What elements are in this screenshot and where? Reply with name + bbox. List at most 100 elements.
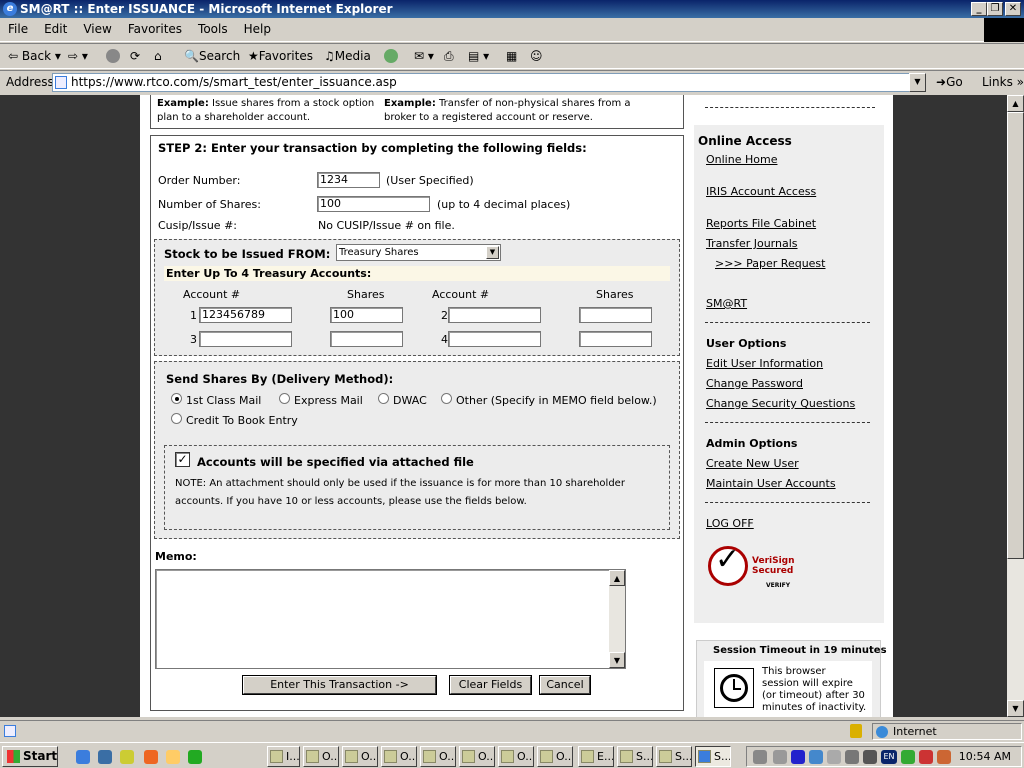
- account-input-3[interactable]: [199, 331, 292, 347]
- language-indicator[interactable]: EN: [881, 750, 897, 764]
- memo-scrollbar[interactable]: ▲ ▼: [609, 570, 625, 668]
- task-button[interactable]: I...: [267, 746, 300, 767]
- link-create-new-user[interactable]: Create New User: [706, 457, 799, 470]
- radio-other[interactable]: [441, 393, 452, 404]
- scroll-thumb[interactable]: [1007, 112, 1024, 559]
- link-reports-file-cabinet[interactable]: Reports File Cabinet: [706, 217, 816, 230]
- shares-input-1[interactable]: 100: [330, 307, 403, 323]
- shares-input-3[interactable]: [330, 331, 403, 347]
- favorites-button[interactable]: ★Favorites: [248, 48, 313, 64]
- task-button[interactable]: O...: [342, 746, 378, 767]
- link-log-off[interactable]: LOG OFF: [706, 517, 754, 530]
- menu-help[interactable]: Help: [236, 18, 279, 40]
- link-online-home[interactable]: Online Home: [706, 153, 777, 166]
- home-button[interactable]: ⌂: [154, 48, 162, 64]
- history-button[interactable]: [384, 48, 400, 64]
- minimize-button[interactable]: _: [971, 2, 987, 16]
- link-maintain-user-accounts[interactable]: Maintain User Accounts: [706, 477, 836, 490]
- address-dropdown-button[interactable]: ▼: [909, 73, 926, 92]
- menu-file[interactable]: File: [0, 18, 36, 40]
- menu-view[interactable]: View: [75, 18, 119, 40]
- mail-button[interactable]: ✉ ▾: [414, 48, 434, 64]
- restore-button[interactable]: ❐: [987, 2, 1003, 16]
- account-input-1[interactable]: 123456789: [199, 307, 292, 323]
- tray-media-icon[interactable]: [791, 750, 805, 764]
- issued-from-select[interactable]: Treasury Shares ▼: [336, 244, 501, 261]
- link-change-security-questions[interactable]: Change Security Questions: [706, 397, 855, 410]
- memo-scroll-up-icon[interactable]: ▲: [609, 570, 625, 586]
- search-button[interactable]: 🔍Search: [184, 48, 240, 64]
- radio-dwac[interactable]: [378, 393, 389, 404]
- tray-icon[interactable]: [773, 750, 787, 764]
- tray-icon[interactable]: [845, 750, 859, 764]
- go-button[interactable]: ➜Go: [936, 75, 963, 89]
- clock[interactable]: 10:54 AM: [959, 750, 1011, 763]
- stop-button[interactable]: [106, 48, 122, 64]
- back-button[interactable]: ⇦ Back ▾: [8, 48, 61, 64]
- memo-textarea[interactable]: ▲ ▼: [155, 569, 626, 669]
- page-scrollbar[interactable]: ▲ ▼: [1007, 95, 1024, 717]
- print-button[interactable]: ⎙: [444, 48, 454, 64]
- menu-edit[interactable]: Edit: [36, 18, 75, 40]
- task-button[interactable]: S...: [656, 746, 692, 767]
- link-transfer-journals[interactable]: Transfer Journals: [706, 237, 798, 250]
- links-button[interactable]: Links »: [982, 75, 1024, 89]
- account-input-4[interactable]: [448, 331, 541, 347]
- radio-credit-to-book-entry[interactable]: [171, 413, 182, 424]
- clear-fields-button[interactable]: Clear Fields: [450, 676, 531, 694]
- link-paper-request[interactable]: >>> Paper Request: [715, 257, 825, 270]
- menu-tools[interactable]: Tools: [190, 18, 236, 40]
- tray-icon[interactable]: [863, 750, 877, 764]
- task-button[interactable]: O...: [303, 746, 339, 767]
- account-input-2[interactable]: [448, 307, 541, 323]
- verisign-seal[interactable]: ✓ VeriSign Secured VERIFY: [708, 542, 804, 592]
- cancel-button[interactable]: Cancel: [540, 676, 590, 694]
- attachment-checkbox[interactable]: ✓: [175, 452, 190, 467]
- messenger-button[interactable]: ☺: [530, 48, 543, 64]
- quicklaunch-app-icon[interactable]: [120, 750, 134, 764]
- task-button[interactable]: O...: [381, 746, 417, 767]
- close-button[interactable]: ✕: [1005, 2, 1021, 16]
- task-button[interactable]: E...: [578, 746, 614, 767]
- radio-express-mail[interactable]: [279, 393, 290, 404]
- tray-icon[interactable]: [919, 750, 933, 764]
- link-edit-user-information[interactable]: Edit User Information: [706, 357, 823, 370]
- edit-button[interactable]: ▤ ▾: [468, 48, 489, 64]
- address-input[interactable]: https://www.rtco.com/s/smart_test/enter_…: [52, 73, 926, 92]
- menu-favorites[interactable]: Favorites: [120, 18, 190, 40]
- volume-icon[interactable]: [753, 750, 767, 764]
- shares-input-4[interactable]: [579, 331, 652, 347]
- quicklaunch-media-icon[interactable]: [188, 750, 202, 764]
- tray-network-icon[interactable]: [809, 750, 823, 764]
- scroll-down-icon[interactable]: ▼: [1007, 700, 1024, 717]
- link-change-password[interactable]: Change Password: [706, 377, 803, 390]
- scroll-up-icon[interactable]: ▲: [1007, 95, 1024, 112]
- start-button[interactable]: Start: [2, 746, 58, 767]
- task-button[interactable]: S...: [617, 746, 653, 767]
- number-of-shares-input[interactable]: 100: [317, 196, 430, 212]
- task-button[interactable]: O...: [498, 746, 534, 767]
- quicklaunch-notepad-icon[interactable]: [166, 750, 180, 764]
- task-button[interactable]: O...: [537, 746, 573, 767]
- radio-first-class-mail[interactable]: [171, 393, 182, 404]
- link-smart[interactable]: SM@RT: [706, 297, 747, 310]
- refresh-button[interactable]: ⟳: [130, 48, 140, 64]
- discuss-button[interactable]: ▦: [506, 48, 517, 64]
- task-button[interactable]: O...: [420, 746, 456, 767]
- task-button[interactable]: O...: [459, 746, 495, 767]
- media-button[interactable]: ♫Media: [324, 48, 371, 64]
- link-iris-account-access[interactable]: IRIS Account Access: [706, 185, 816, 198]
- tray-icon[interactable]: [937, 750, 951, 764]
- task-button-active[interactable]: S...: [695, 746, 731, 767]
- enter-transaction-button[interactable]: Enter This Transaction ->: [243, 676, 436, 694]
- quicklaunch-ie-icon[interactable]: [76, 750, 90, 764]
- quicklaunch-firefox-icon[interactable]: [144, 750, 158, 764]
- memo-scroll-down-icon[interactable]: ▼: [609, 652, 625, 668]
- shares-input-2[interactable]: [579, 307, 652, 323]
- tray-icon[interactable]: [901, 750, 915, 764]
- forward-button[interactable]: ⇨ ▾: [68, 48, 88, 64]
- order-number-input[interactable]: 1234: [317, 172, 380, 188]
- media-icon: ♫: [324, 49, 335, 63]
- quicklaunch-outlook-icon[interactable]: [98, 750, 112, 764]
- tray-icon[interactable]: [827, 750, 841, 764]
